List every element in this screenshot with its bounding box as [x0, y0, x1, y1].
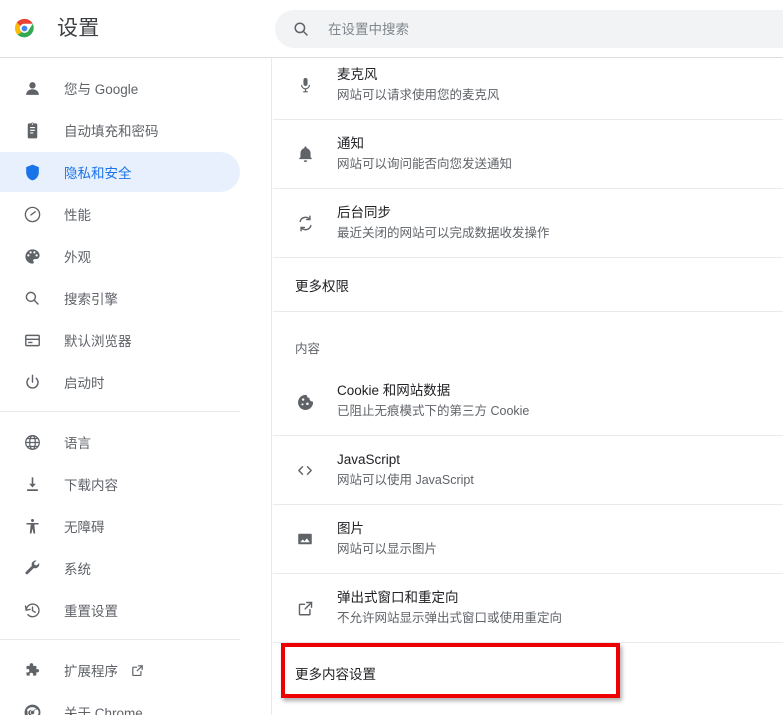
sync-icon	[295, 213, 315, 233]
sidebar-item-privacy-and-security[interactable]: 隐私和安全	[0, 152, 240, 192]
search-icon	[22, 288, 42, 308]
sidebar-item-label: 默认浏览器	[64, 334, 132, 349]
image-icon	[295, 529, 315, 549]
clipboard-icon	[22, 120, 42, 140]
bell-icon	[295, 144, 315, 164]
sidebar-item-languages[interactable]: 语言	[0, 422, 240, 462]
sidebar-item-label: 搜索引擎	[64, 292, 118, 307]
setting-row-text: 弹出式窗口和重定向 不允许网站显示弹出式窗口或使用重定向	[337, 588, 562, 628]
setting-row-text: JavaScript 网站可以使用 JavaScript	[337, 450, 474, 490]
speed-icon	[22, 204, 42, 224]
setting-row-text: 麦克风 网站可以请求使用您的麦克风	[337, 65, 500, 105]
setting-title: 后台同步	[337, 205, 391, 220]
popup-icon	[295, 598, 315, 618]
sidebar-item-label: 扩展程序	[64, 664, 118, 679]
sidebar-item-label: 自动填充和密码	[64, 124, 159, 139]
search-bar[interactable]	[275, 10, 783, 48]
download-icon	[22, 474, 42, 494]
sidebar-item-label: 语言	[64, 436, 91, 451]
setting-row-more-permissions[interactable]: 更多权限	[273, 258, 783, 312]
sidebar-item-accessibility[interactable]: 无障碍	[0, 506, 240, 546]
setting-row-text: 图片 网站可以显示图片	[337, 519, 437, 559]
sidebar-item-downloads[interactable]: 下载内容	[0, 464, 240, 504]
setting-subtitle: 网站可以询问能否向您发送通知	[337, 157, 513, 171]
setting-title: 麦克风	[337, 67, 378, 82]
sidebar-item-label: 性能	[64, 208, 91, 223]
more-content-settings-wrapper: 更多内容设置	[273, 643, 783, 698]
sidebar-divider	[0, 639, 240, 640]
sidebar-item-you-and-google[interactable]: 您与 Google	[0, 68, 240, 108]
more-permissions-label: 更多权限	[295, 278, 349, 294]
section-header-content: 内容	[295, 342, 321, 356]
accessibility-icon	[22, 516, 42, 536]
sidebar-item-label: 无障碍	[64, 520, 105, 535]
browser-icon	[22, 330, 42, 350]
microphone-icon	[295, 75, 315, 95]
setting-title: JavaScript	[337, 452, 401, 467]
sidebar-item-label: 系统	[64, 562, 91, 577]
setting-subtitle: 最近关闭的网站可以完成数据收发操作	[337, 226, 550, 240]
person-icon	[22, 78, 42, 98]
sidebar-item-label: 您与 Google	[64, 82, 139, 97]
setting-subtitle: 不允许网站显示弹出式窗口或使用重定向	[337, 611, 563, 625]
sidebar-item-label: 外观	[64, 250, 91, 265]
setting-row-more-content-settings[interactable]: 更多内容设置	[273, 649, 783, 696]
chrome-settings-window: 设置 您与 Google 自动填充和密码 隐私和	[0, 0, 783, 715]
page-title: 设置	[57, 17, 100, 40]
setting-title: Cookie 和网站数据	[337, 383, 451, 398]
palette-icon	[22, 246, 42, 266]
setting-row-background-sync[interactable]: 后台同步 最近关闭的网站可以完成数据收发操作	[273, 189, 783, 258]
setting-subtitle: 已阻止无痕模式下的第三方 Cookie	[337, 404, 530, 418]
brand: 设置	[14, 18, 99, 39]
sidebar-item-extensions[interactable]: 扩展程序	[0, 650, 240, 690]
settings-content-panel: 麦克风 网站可以请求使用您的麦克风 通知 网站可以询问能否向您发送通知 后台同步…	[273, 58, 783, 715]
sidebar-item-on-startup[interactable]: 启动时	[0, 362, 240, 402]
power-icon	[22, 372, 42, 392]
chrome-icon	[22, 702, 42, 715]
code-icon	[295, 460, 315, 480]
setting-row-notifications[interactable]: 通知 网站可以询问能否向您发送通知	[273, 120, 783, 189]
search-icon	[294, 22, 308, 36]
setting-subtitle: 网站可以使用 JavaScript	[337, 473, 474, 487]
setting-row-javascript[interactable]: JavaScript 网站可以使用 JavaScript	[273, 436, 783, 505]
setting-row-cookies[interactable]: Cookie 和网站数据 已阻止无痕模式下的第三方 Cookie	[273, 367, 783, 436]
shield-icon	[22, 162, 42, 182]
globe-icon	[22, 432, 42, 452]
setting-row-text: 通知 网站可以询问能否向您发送通知	[337, 134, 512, 174]
cookie-icon	[295, 391, 315, 411]
sidebar-item-label: 关于 Chrome	[64, 706, 143, 715]
setting-title: 通知	[337, 136, 364, 151]
setting-row-microphone[interactable]: 麦克风 网站可以请求使用您的麦克风	[273, 58, 783, 120]
restore-icon	[22, 600, 42, 620]
puzzle-icon	[22, 660, 42, 680]
setting-row-text: 后台同步 最近关闭的网站可以完成数据收发操作	[337, 203, 550, 243]
sidebar-divider	[0, 411, 240, 412]
sidebar-item-label: 隐私和安全	[64, 166, 132, 181]
sidebar-item-search-engine[interactable]: 搜索引擎	[0, 278, 240, 318]
setting-title: 图片	[337, 521, 364, 536]
sidebar-item-autofill-passwords[interactable]: 自动填充和密码	[0, 110, 240, 150]
setting-row-images[interactable]: 图片 网站可以显示图片	[273, 505, 783, 574]
sidebar-item-appearance[interactable]: 外观	[0, 236, 240, 276]
sidebar-item-performance[interactable]: 性能	[0, 194, 240, 234]
setting-subtitle: 网站可以显示图片	[337, 542, 438, 556]
sidebar-item-label: 下载内容	[64, 478, 118, 493]
setting-row-text: Cookie 和网站数据 已阻止无痕模式下的第三方 Cookie	[337, 381, 529, 421]
app-header: 设置	[0, 0, 783, 58]
sidebar-item-label: 重置设置	[64, 604, 118, 619]
sidebar-item-default-browser[interactable]: 默认浏览器	[0, 320, 240, 360]
setting-title: 弹出式窗口和重定向	[337, 590, 459, 605]
setting-row-popups-redirects[interactable]: 弹出式窗口和重定向 不允许网站显示弹出式窗口或使用重定向	[273, 574, 783, 643]
more-content-settings-label: 更多内容设置	[295, 666, 376, 682]
external-link-icon	[130, 663, 145, 678]
sidebar-item-about-chrome[interactable]: 关于 Chrome	[0, 692, 240, 715]
sidebar-item-label: 启动时	[64, 376, 105, 391]
sidebar: 您与 Google 自动填充和密码 隐私和安全 性能 外观 搜索引擎 默认浏览器…	[0, 58, 272, 715]
chrome-logo-icon	[14, 18, 35, 39]
search-input[interactable]	[328, 21, 728, 37]
setting-subtitle: 网站可以请求使用您的麦克风	[337, 88, 500, 102]
wrench-icon	[22, 558, 42, 578]
sidebar-item-reset-settings[interactable]: 重置设置	[0, 590, 240, 630]
sidebar-item-system[interactable]: 系统	[0, 548, 240, 588]
